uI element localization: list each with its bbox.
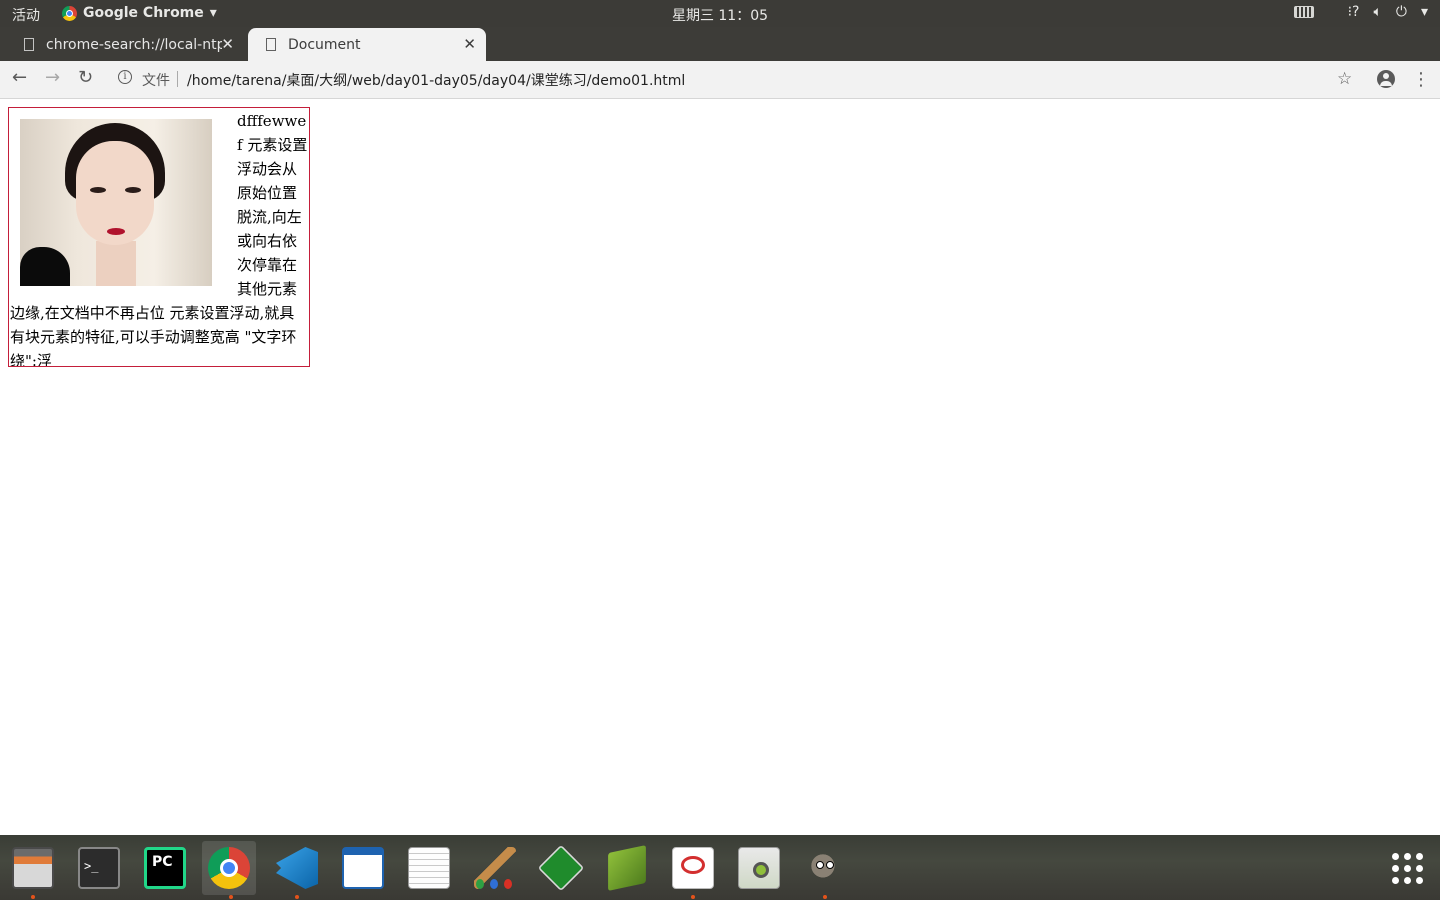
volume-icon[interactable]: 🔈︎	[1373, 4, 1381, 20]
dock-pycharm[interactable]: PC	[138, 841, 192, 895]
page-icon	[266, 38, 276, 51]
close-icon[interactable]: ✕	[463, 35, 476, 53]
app-menu[interactable]: Google Chrome ▾	[62, 5, 217, 21]
dock-text-editor[interactable]	[402, 841, 456, 895]
dock-terminal[interactable]: >_	[72, 841, 126, 895]
dock-image-viewer[interactable]	[732, 841, 786, 895]
running-indicator	[823, 895, 827, 899]
portrait-neck	[96, 241, 136, 286]
running-indicator	[295, 895, 299, 899]
dock: >_ PC	[0, 835, 1440, 900]
app-grid-icon	[1391, 852, 1423, 884]
bookmark-star-icon[interactable]: ☆	[1337, 69, 1352, 89]
info-icon[interactable]: i	[118, 70, 132, 84]
writer-icon	[342, 847, 384, 889]
tab-title: chrome-search://local-ntp	[46, 36, 222, 53]
close-icon[interactable]: ✕	[221, 35, 234, 53]
forward-button[interactable]: →	[45, 67, 60, 88]
divider	[177, 71, 178, 87]
portrait-lips	[107, 228, 125, 235]
running-indicator	[31, 895, 35, 899]
dock-vim[interactable]	[534, 841, 588, 895]
book-icon	[608, 845, 646, 891]
network-icon[interactable]: ⁝?	[1348, 4, 1360, 20]
gimp-icon	[804, 847, 846, 889]
page-icon	[24, 38, 34, 51]
dock-paint[interactable]	[468, 841, 522, 895]
dock-chrome[interactable]	[202, 841, 256, 895]
vim-icon	[537, 844, 585, 892]
text-editor-icon	[408, 847, 450, 889]
browser-toolbar: ← → ↻ i 文件 /home/tarena/桌面/大纲/web/day01-…	[0, 61, 1440, 99]
url-text[interactable]: /home/tarena/桌面/大纲/web/day01-day05/day04…	[187, 70, 685, 90]
portrait-eye	[125, 187, 141, 193]
paint-icon	[474, 847, 516, 889]
reload-button[interactable]: ↻	[78, 67, 93, 88]
chrome-icon	[208, 847, 250, 889]
dock-gimp[interactable]	[798, 841, 852, 895]
dock-book[interactable]	[600, 841, 654, 895]
tab-strip: chrome-search://local-ntp ✕ Document ✕ +	[0, 27, 1440, 82]
chevron-down-icon: ▾	[209, 5, 217, 21]
tab-document[interactable]: Document ✕	[248, 28, 486, 61]
files-icon	[12, 847, 54, 889]
system-tray[interactable]: ⁝? 🔈︎ ⏻ ▾	[1293, 4, 1428, 20]
pycharm-icon: PC	[144, 847, 186, 889]
pdf-reader-icon	[672, 847, 714, 889]
terminal-icon: >_	[78, 847, 120, 889]
tab-local-ntp[interactable]: chrome-search://local-ntp ✕	[6, 28, 244, 61]
dock-vscode[interactable]	[270, 841, 324, 895]
system-top-bar: 活动 Google Chrome ▾ 星期三 11：05 ⁝? 🔈︎ ⏻ ▾	[0, 0, 1440, 27]
vscode-icon	[276, 847, 318, 889]
running-indicator	[229, 895, 233, 899]
back-button[interactable]: ←	[12, 67, 27, 88]
keyboard-icon[interactable]	[1293, 6, 1314, 18]
running-indicator	[691, 895, 695, 899]
app-menu-label: Google Chrome	[83, 5, 204, 21]
menu-dots-icon[interactable]: ⋮	[1412, 69, 1430, 90]
tab-title: Document	[288, 36, 361, 53]
float-demo-container: dfffewwef 元素设置浮动会从原始位置脱流,向左或向右依次停靠在其他元素边…	[8, 107, 310, 367]
image-viewer-icon	[738, 847, 780, 889]
dock-files[interactable]	[6, 841, 60, 895]
dock-writer[interactable]	[336, 841, 390, 895]
portrait-glove	[20, 247, 70, 286]
power-icon[interactable]: ⏻	[1396, 4, 1407, 20]
dock-pdf-reader[interactable]	[666, 841, 720, 895]
portrait-eye	[90, 187, 106, 193]
portrait-image	[20, 119, 212, 286]
security-label: 文件	[142, 73, 170, 89]
chevron-down-icon[interactable]: ▾	[1421, 4, 1428, 20]
chrome-icon	[62, 5, 77, 21]
activities-button[interactable]: 活动	[12, 5, 40, 25]
show-applications-button[interactable]	[1380, 841, 1434, 895]
profile-avatar-icon[interactable]	[1377, 70, 1395, 88]
